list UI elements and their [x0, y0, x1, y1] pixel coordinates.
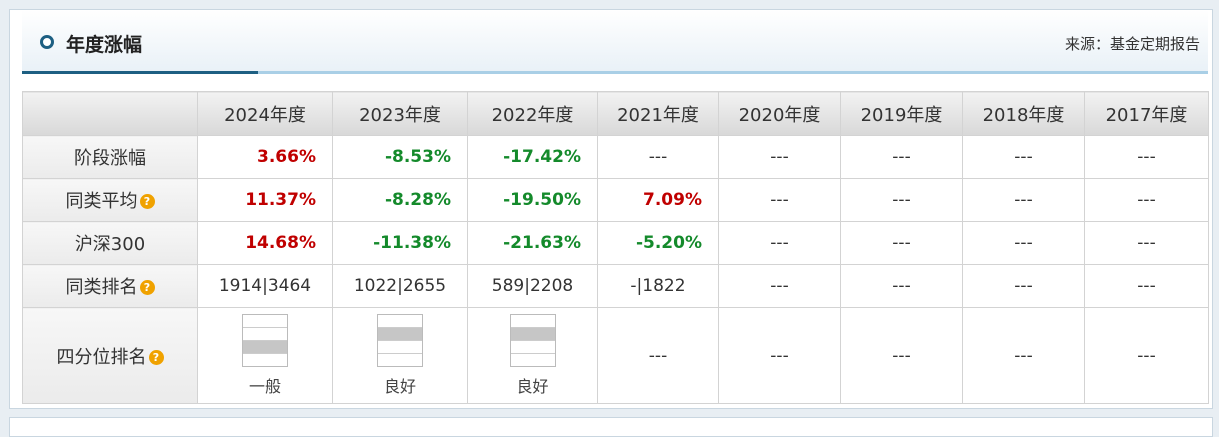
table-cell: 良好	[332, 307, 468, 404]
table-cell: ---	[962, 221, 1085, 265]
table-cell: ---	[597, 135, 719, 179]
table-cell: 1914|3464	[197, 264, 333, 308]
row-label: 阶段涨幅	[22, 135, 198, 179]
row-label-text: 四分位排名	[56, 346, 147, 368]
table-cell: ---	[962, 135, 1085, 179]
quartile-label: 良好	[516, 377, 549, 396]
row-label: 同类平均?	[22, 178, 198, 222]
table-cell: 良好	[467, 307, 598, 404]
table-cell: ---	[840, 135, 963, 179]
table-cell: 589|2208	[467, 264, 598, 308]
table-cell: -5.20%	[597, 221, 719, 265]
table-row: 同类平均? 11.37% -8.28% -19.50% 7.09% --- --- --- --…	[22, 178, 1209, 222]
column-header: 2019年度	[840, 91, 963, 136]
column-header: 2018年度	[962, 91, 1085, 136]
page-title: 年度涨幅	[66, 34, 143, 56]
table-cell: ---	[840, 264, 963, 308]
question-mark-icon[interactable]: ?	[139, 280, 155, 295]
table-row-quartile: 四分位排名? 一般 良好 良好 --- --- --- --- ---	[22, 307, 1209, 404]
table-cell: ---	[718, 178, 841, 222]
annual-returns-panel: 年度涨幅 来源：基金定期报告 2024年度 2023年度 2022年度 2021年度 2…	[9, 9, 1213, 409]
table-cell: ---	[718, 135, 841, 179]
quartile-label: 良好	[383, 377, 416, 396]
column-header: 2023年度	[332, 91, 468, 136]
question-mark-icon[interactable]: ?	[148, 349, 164, 365]
quartile-gauge	[509, 314, 556, 367]
table-cell: ---	[1084, 178, 1209, 222]
table-cell: ---	[597, 307, 719, 404]
row-label-text: 阶段涨幅	[74, 148, 146, 169]
table-cell: ---	[718, 307, 841, 404]
row-label-text: 同类平均	[65, 191, 138, 212]
next-panel-edge	[9, 417, 1213, 437]
table-cell: 一般	[197, 307, 333, 404]
header-corner	[22, 91, 198, 136]
column-header: 2024年度	[197, 91, 333, 136]
source-note: 来源：基金定期报告	[1064, 35, 1200, 53]
column-header: 2017年度	[1084, 91, 1209, 136]
table-cell: ---	[840, 178, 963, 222]
table-cell: ---	[962, 307, 1085, 404]
table-cell: 14.68%	[197, 221, 333, 265]
table-header-row: 2024年度 2023年度 2022年度 2021年度 2020年度 2019年度 2018…	[22, 91, 1209, 136]
row-label: 沪深300	[22, 221, 198, 265]
table-cell: ---	[1084, 307, 1209, 404]
table-cell: -21.63%	[467, 221, 598, 265]
table-cell: 1022|2655	[332, 264, 468, 308]
table-cell: -19.50%	[467, 178, 598, 222]
quartile-label: 一般	[248, 377, 281, 396]
table-cell: ---	[962, 178, 1085, 222]
table-row: 阶段涨幅 3.66% -8.53% -17.42% --- --- --- --- ---	[22, 135, 1209, 179]
column-header: 2020年度	[718, 91, 841, 136]
row-label-text: 同类排名	[65, 277, 138, 298]
row-label: 同类排名?	[22, 264, 198, 308]
table-row: 同类排名? 1914|3464 1022|2655 589|2208 -|1822 ---…	[22, 264, 1209, 308]
table-cell: -8.53%	[332, 135, 468, 179]
table-row: 沪深300 14.68% -11.38% -21.63% -5.20% --- --- ---…	[22, 221, 1209, 265]
table-cell: 3.66%	[197, 135, 333, 179]
table-cell: -11.38%	[332, 221, 468, 265]
annual-returns-table: 2024年度 2023年度 2022年度 2021年度 2020年度 2019年度 2018…	[22, 91, 1209, 404]
table-cell: ---	[718, 221, 841, 265]
column-header: 2021年度	[597, 91, 719, 136]
table-cell: ---	[1084, 264, 1209, 308]
table-cell: -|1822	[597, 264, 719, 308]
table-cell: ---	[718, 264, 841, 308]
table-cell: ---	[840, 221, 963, 265]
row-label-text: 沪深300	[74, 234, 146, 255]
circle-bullet-icon	[40, 35, 54, 49]
table-cell: ---	[962, 264, 1085, 308]
question-mark-icon[interactable]: ?	[139, 194, 155, 209]
table-cell: ---	[1084, 135, 1209, 179]
quartile-gauge	[242, 314, 288, 367]
header-accent-bar	[22, 71, 258, 74]
table-cell: ---	[1084, 221, 1209, 265]
table-cell: 11.37%	[197, 178, 333, 222]
table-cell: -17.42%	[467, 135, 598, 179]
column-header: 2022年度	[467, 91, 598, 136]
table-cell: -8.28%	[332, 178, 468, 222]
table-cell: 7.09%	[597, 178, 719, 222]
quartile-gauge	[377, 314, 423, 367]
table-cell: ---	[840, 307, 963, 404]
row-label: 四分位排名?	[22, 307, 198, 404]
panel-header: 年度涨幅 来源：基金定期报告	[22, 10, 1208, 74]
